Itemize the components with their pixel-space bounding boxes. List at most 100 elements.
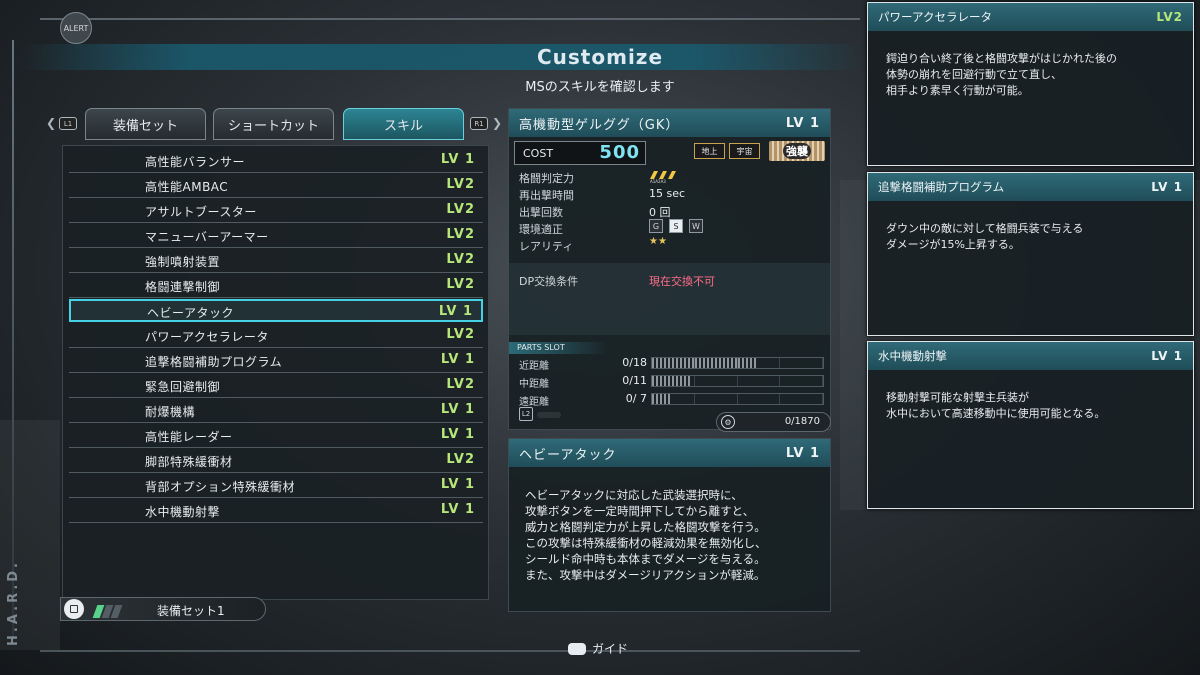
parts-slot-label: 近距離 [519, 361, 549, 372]
card-header: 水中機動射撃 LV 1 [868, 342, 1193, 370]
skill-name: パワーアクセラレータ [145, 330, 269, 344]
alert-indicator: ALERT [60, 12, 92, 44]
skill-name: 高性能AMBAC [145, 180, 229, 194]
wrench-icon: ⚙ [721, 415, 735, 429]
env-ground-icon: G [649, 219, 663, 233]
tab-loadout[interactable]: 装備セット [85, 108, 206, 140]
card-header: 追撃格闘補助プログラム LV 1 [868, 173, 1193, 201]
skill-level: LV 1 [440, 427, 475, 442]
stat-value-sorties: 0 回 [649, 206, 671, 219]
tab-skill[interactable]: スキル [343, 108, 464, 140]
cost-label: COST [523, 147, 554, 160]
frame-left-line [12, 40, 14, 640]
tab-shortcut[interactable]: ショートカット [213, 108, 334, 140]
skill-row[interactable]: 高性能AMBAC LV2 [69, 174, 483, 198]
skill-name: 背部オプション特殊緩衝材 [145, 480, 296, 494]
skill-row[interactable]: 水中機動射撃 LV 1 [69, 499, 483, 523]
skill-name: 追撃格闘補助プログラム [145, 355, 283, 369]
skill-level: LV2 [446, 327, 475, 342]
stat-label-melee: 格闘判定力 [519, 172, 574, 185]
related-skill-card-3: 水中機動射撃 LV 1 移動射撃可能な射撃主兵装が 水中において高速移動中に使用… [867, 341, 1194, 509]
guide-button[interactable]: ガイド [568, 640, 628, 657]
ms-name: 高機動型ゲルググ（GK） [519, 117, 680, 133]
skill-level: LV2 [446, 202, 475, 217]
rarity-stars: ★★ [649, 236, 667, 247]
skill-row[interactable]: 緊急回避制御 LV2 [69, 374, 483, 398]
parts-capacity: ⚙ 0/1870 [716, 412, 831, 432]
terrain-space-badge: 宇宙 [729, 143, 760, 159]
ms-info-panel: 高機動型ゲルググ（GK） LV 1 COST 500 地上 宇宙 強襲 格闘判定… [508, 108, 831, 430]
skill-level: LV 1 [440, 502, 475, 517]
card-title: 水中機動射撃 [878, 349, 947, 363]
skill-level: LV 1 [440, 352, 475, 367]
skill-level: LV2 [446, 377, 475, 392]
parts-slot-label: 中距離 [519, 379, 549, 390]
cost-value: 500 [599, 142, 640, 163]
r1-button-icon: R1 [470, 117, 488, 130]
skill-description-panel: ヘビーアタック LV 1 ヘビーアタックに対応した武装選択時に、 攻撃ボタンを一… [508, 438, 831, 612]
touchpad-icon [568, 642, 586, 655]
stat-value-respawn: 15 sec [649, 187, 686, 200]
description-level: LV 1 [785, 445, 820, 461]
dp-value: 現在交換不可 [649, 275, 715, 288]
skill-level: LV 1 [438, 304, 473, 319]
cost-box: COST 500 [514, 141, 646, 165]
skill-row[interactable]: パワーアクセラレータ LV2 [69, 324, 483, 348]
enhance-label: 強襲 [783, 143, 811, 159]
skill-row[interactable]: 脚部特殊緩衝材 LV2 [69, 449, 483, 473]
ms-header: 高機動型ゲルググ（GK） LV 1 [509, 109, 830, 137]
skill-name: 緊急回避制御 [145, 380, 221, 394]
env-water-icon: W [689, 219, 703, 233]
parts-slot-label: 遠距離 [519, 397, 549, 408]
skill-row[interactable]: 高性能バランサー LV 1 [69, 149, 483, 173]
skill-row[interactable]: マニューバーアーマー LV2 [69, 224, 483, 248]
skill-name: 耐爆機構 [145, 405, 196, 419]
skill-level: LV 1 [440, 152, 475, 167]
skill-level: LV2 [446, 177, 475, 192]
skill-row[interactable]: 耐爆機構 LV 1 [69, 399, 483, 423]
parts-capacity-value: 0/1870 [784, 416, 820, 427]
tab-left-arrow-icon[interactable]: ❮ [46, 116, 56, 130]
skill-name: 高性能バランサー [145, 155, 246, 169]
l2-button-icon: L2 [519, 407, 533, 421]
card-title: 追撃格闘補助プログラム [878, 180, 1005, 194]
related-skill-card-1: パワーアクセラレータ LV2 鍔迫り合い終了後と格闘攻撃がはじかれた後の 体勢の… [867, 2, 1194, 166]
description-body: ヘビーアタックに対応した武装選択時に、 攻撃ボタンを一定時間押下してから離すと、… [525, 488, 767, 582]
parts-slot-count: 0/11 [622, 374, 647, 387]
skill-level: LV2 [446, 277, 475, 292]
tab-bar: ❮ L1 装備セット ショートカット スキル R1 ❯ [46, 108, 506, 140]
ms-level: LV 1 [785, 115, 820, 131]
skill-level: LV 1 [440, 477, 475, 492]
parts-slot-count: 0/18 [622, 356, 647, 369]
skill-row[interactable]: 高性能レーダー LV 1 [69, 424, 483, 448]
skill-row[interactable]: 格闘連撃制御 LV2 [69, 274, 483, 298]
card-header: パワーアクセラレータ LV2 [868, 3, 1193, 31]
skill-level: LV2 [446, 452, 475, 467]
frame-top-line [40, 18, 860, 20]
parts-slot-row: 遠距離 0/ 7 [515, 391, 825, 408]
parts-slot-title: PARTS SLOT [509, 342, 609, 354]
loadout-selector[interactable]: 装備セット1 [60, 597, 266, 621]
frame-bottom-line [40, 650, 860, 652]
skill-level: LV2 [446, 252, 475, 267]
loadout-label: 装備セット1 [157, 604, 225, 618]
dp-label: DP交換条件 [519, 275, 579, 288]
skill-level: LV 1 [440, 402, 475, 417]
tab-right-arrow-icon[interactable]: ❯ [492, 116, 502, 130]
skill-row[interactable]: アサルトブースター LV2 [69, 199, 483, 223]
skill-name: 脚部特殊緩衝材 [145, 455, 233, 469]
square-button-icon [64, 599, 84, 619]
skill-name: マニューバーアーマー [145, 230, 269, 244]
dp-exchange-area: DP交換条件 現在交換不可 [509, 263, 830, 335]
skill-row[interactable]: 追撃格闘補助プログラム LV 1 [69, 349, 483, 373]
skill-name: ヘビーアタック [147, 306, 235, 320]
skill-row[interactable]: 強制噴射装置 LV2 [69, 249, 483, 273]
card-body: ダウン中の敵に対して格闘兵装で与える ダメージが15%上昇する。 [886, 222, 1084, 251]
stat-label-environment: 環境適正 [519, 223, 563, 236]
env-space-icon: S [669, 219, 683, 233]
parts-slot-count: 0/ 7 [625, 392, 647, 405]
skill-row[interactable]: 背部オプション特殊緩衝材 LV 1 [69, 474, 483, 498]
skill-name: 格闘連撃制御 [145, 280, 221, 294]
skill-row[interactable]: ヘビーアタック LV 1 [69, 299, 483, 322]
parts-slot-bar [651, 393, 824, 405]
